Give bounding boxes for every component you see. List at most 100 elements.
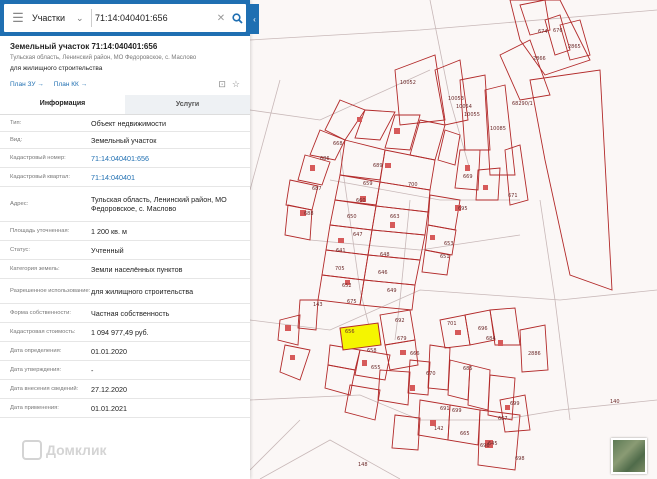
attribute-row: Статус: Учтенный (0, 241, 250, 260)
links-row: План ЗУ → План КК → ⊡ ☆ (10, 77, 240, 91)
parcel-number-label: 679 (397, 336, 407, 342)
parcel-number-label: 10054 (456, 104, 472, 110)
parcel-number-label: 699 (452, 408, 462, 414)
parcel-number-label: 666 (410, 351, 420, 357)
attribute-label: Разрешенное использование: (10, 287, 91, 294)
parcel-number-label: 691 (440, 406, 450, 412)
parcel-number-label: 10053 (448, 96, 464, 102)
plan-kk-link[interactable]: План КК → (54, 81, 87, 88)
parcel-number-label: 660 (356, 198, 366, 204)
tab-bar: Информация Услуги (0, 95, 250, 115)
parcel-number-label: 665 (460, 431, 470, 437)
tab-services[interactable]: Услуги (125, 95, 250, 114)
parcel-number-label: 2886 (528, 351, 541, 357)
attribute-value: для жилищного строительства (91, 286, 194, 296)
parcel-title: Земельный участок 71:14:040401:656 (10, 42, 158, 51)
parcel-number-label: 10085 (490, 126, 506, 132)
attribute-value: Тульская область, Ленинский район, МО Фе… (91, 195, 227, 213)
parcel-number-label: 663 (390, 214, 400, 220)
attribute-value[interactable]: 71:14:040401 (91, 173, 240, 182)
parcel-number-label: 658 (367, 348, 377, 354)
attribute-value[interactable]: 71:14:040401:656 (91, 154, 240, 163)
plan-zu-link[interactable]: План ЗУ → (10, 81, 44, 88)
parcel-number-label: 651 (440, 254, 450, 260)
attribute-value: 27.12.2020 (91, 384, 127, 394)
parcel-number-label: 142 (434, 426, 444, 432)
parcel-number-label: 649 (387, 288, 397, 294)
attribute-label: Дата утверждения: (10, 366, 62, 373)
parcel-number-label: 670 (426, 371, 436, 377)
parcel-number-label: 140 (610, 399, 620, 405)
attribute-value: 1 200 кв. м (91, 226, 127, 236)
parcel-number-label: 148 (358, 462, 368, 468)
parcel-number-label: 684 (486, 336, 496, 342)
search-icon[interactable] (228, 8, 246, 28)
watermark: Домклик (22, 440, 107, 460)
parcel-number-label: 676 (553, 28, 563, 34)
parcel-number-label: 692 (395, 318, 405, 324)
attribute-row: Адрес: Тульская область, Ленинский район,… (0, 187, 250, 222)
attribute-label: Кадастровый номер: (10, 154, 66, 161)
attribute-value: Земли населённых пунктов (91, 264, 183, 274)
search-input[interactable] (95, 13, 214, 23)
parcel-number-label: 696 (480, 443, 490, 449)
parcel-number-label: 674 (538, 29, 548, 35)
attribute-row: Дата внесения сведений: 27.12.2020 (0, 380, 250, 399)
attribute-label: Дата применения: (10, 404, 59, 411)
attribute-label: Дата внесения сведений: (10, 385, 79, 392)
parcel-number-label: 653 (444, 241, 454, 247)
parcel-number-label: 641 (336, 248, 346, 254)
parcel-number-label: 688 (304, 211, 314, 217)
menu-icon[interactable]: ☰ (4, 4, 32, 32)
parcel-number-label: 656 (345, 329, 355, 335)
parcel-number-label: 675 (347, 299, 357, 305)
attribute-row: Тип: Объект недвижимости (0, 115, 250, 132)
attribute-label: Площадь уточненная: (10, 227, 70, 234)
parcel-number-label: 652 (342, 283, 352, 289)
parcel-number-label: 10052 (400, 80, 416, 86)
parcel-number-label: 143 (313, 302, 323, 308)
satellite-layer-button[interactable] (611, 438, 647, 474)
collapse-panel-button[interactable]: ‹ (250, 4, 259, 34)
parcel-number-label: 701 (447, 321, 457, 327)
tab-information[interactable]: Информация (0, 95, 125, 114)
attribute-label: Кадастровая стоимость: (10, 328, 76, 335)
parcel-number-label: 696 (478, 326, 488, 332)
parcel-number-label: 655 (371, 365, 381, 371)
attribute-label: Тип: (10, 119, 22, 126)
parcel-number-label: 699 (510, 401, 520, 407)
attribute-value: Земельный участок (91, 135, 157, 145)
zoom-to-icon[interactable]: ⊡ (218, 79, 226, 90)
parcel-number-label: 668 (333, 141, 343, 147)
parcel-number-label: 2866 (533, 56, 546, 62)
parcel-number-label: 647 (353, 232, 363, 238)
star-icon[interactable]: ☆ (232, 79, 240, 90)
parcel-number-label: 68290/1 (512, 101, 533, 107)
attribute-value: Учтенный (91, 245, 124, 255)
parcel-number-label: 671 (508, 193, 518, 199)
parcel-number-label: 669 (463, 174, 473, 180)
attribute-row: Кадастровый номер: 71:14:040401:656 (0, 149, 250, 168)
attribute-table: Тип: Объект недвижимости Вид: Земельный уча… (0, 115, 250, 418)
search-box: ☰ Участки ⌄ ✕ (4, 4, 246, 32)
parcel-purpose: для жилищного строительства (10, 65, 103, 72)
info-panel: ☰ Участки ⌄ ✕ Земельный участок 71:14:04… (0, 0, 250, 479)
parcel-number-label: 687 (312, 186, 322, 192)
category-select[interactable]: Участки (32, 13, 76, 23)
attribute-row: Дата утверждения: - (0, 361, 250, 380)
divider (91, 9, 92, 27)
chevron-down-icon[interactable]: ⌄ (76, 13, 88, 24)
parcel-number-label: 648 (380, 252, 390, 258)
parcel-number-label: 667 (498, 416, 508, 422)
attribute-label: Дата определения: (10, 347, 62, 354)
attribute-label: Адрес: (10, 200, 29, 207)
selected-parcel[interactable] (339, 322, 382, 351)
attribute-row: Категория земель: Земли населённых пункто… (0, 260, 250, 279)
parcel-number-label: 2865 (568, 44, 581, 50)
close-icon[interactable]: ✕ (214, 13, 228, 24)
parcel-number-label: 695 (458, 206, 468, 212)
attribute-row: Кадастровый квартал: 71:14:040401 (0, 168, 250, 187)
attribute-value: 01.01.2020 (91, 346, 127, 356)
parcel-number-label: 700 (408, 182, 418, 188)
attribute-row: Вид: Земельный участок (0, 132, 250, 149)
